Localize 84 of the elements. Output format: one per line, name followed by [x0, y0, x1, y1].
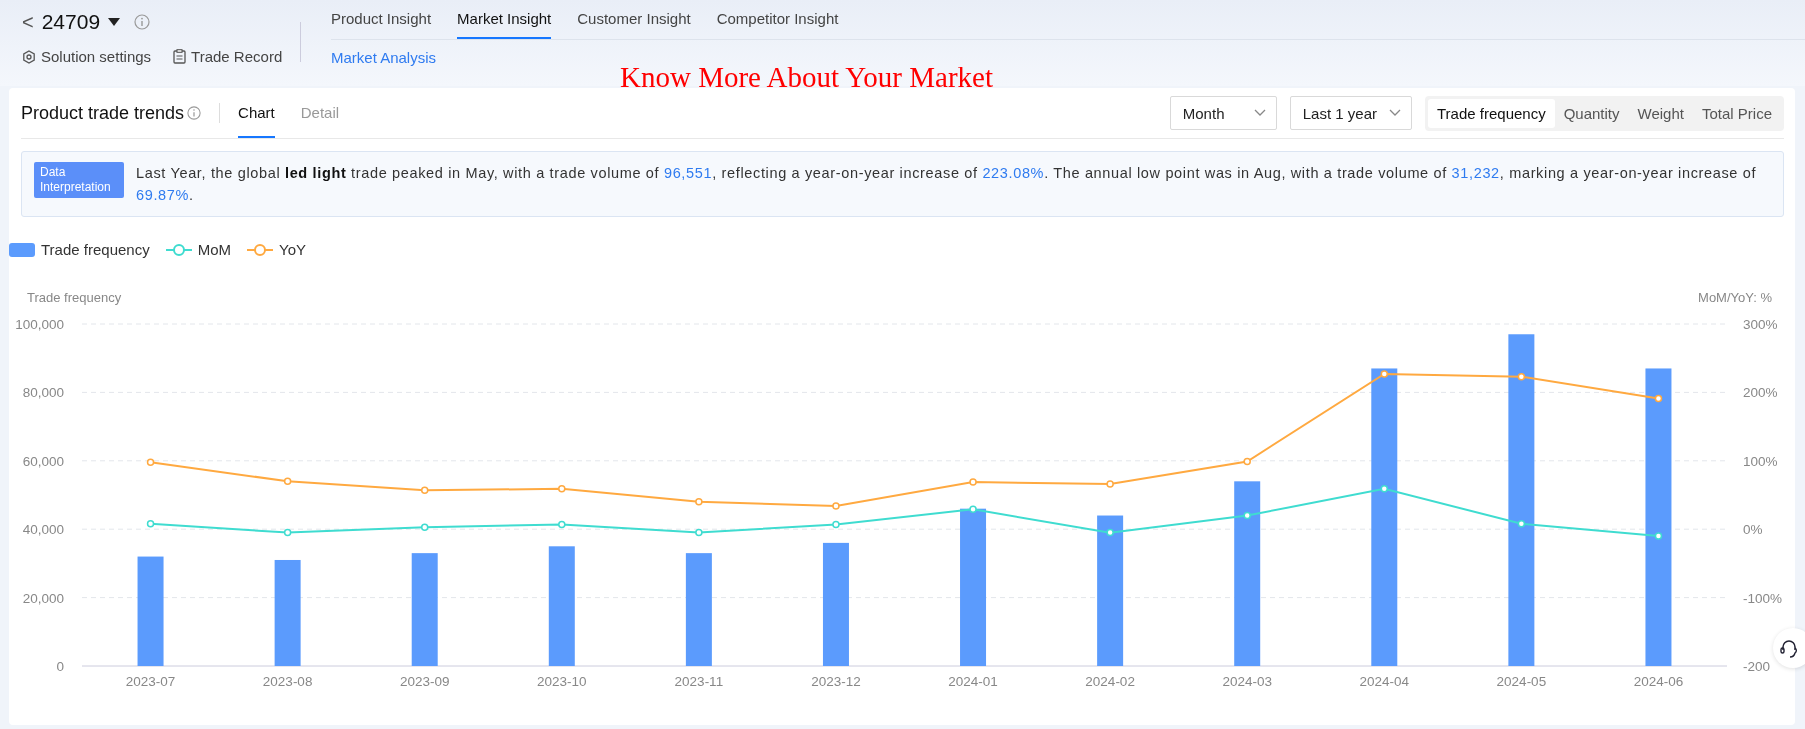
metric-option[interactable]: Trade frequency	[1428, 98, 1555, 128]
data-point	[832, 502, 840, 510]
solution-title: 24709	[41, 10, 101, 34]
caret-icon[interactable]	[108, 18, 121, 26]
back-button[interactable]: <	[22, 10, 34, 34]
tick-label: 20,000	[22, 590, 64, 606]
nav-tab[interactable]: Customer Insight	[577, 0, 691, 39]
tick-label: 2024-04	[1359, 674, 1410, 689]
tick-label: 100%	[1743, 453, 1778, 469]
legend-label: MoM	[197, 241, 231, 258]
tick-label: 0	[56, 659, 64, 674]
view-tab[interactable]: Chart	[238, 88, 275, 138]
tick-label: 100,000	[15, 317, 64, 332]
data-point	[969, 478, 977, 486]
tick-label: 0%	[1743, 522, 1763, 538]
tick-label: 2023-09	[399, 674, 450, 689]
headset-icon	[1778, 637, 1800, 659]
data-point	[1517, 520, 1526, 528]
tick-label: -200	[1743, 659, 1771, 674]
data-point	[146, 520, 155, 528]
tick-label: 2024-03	[1222, 674, 1272, 689]
data-point	[695, 528, 703, 537]
chevron-down-icon	[1253, 109, 1266, 117]
settings-icon	[22, 49, 36, 64]
data-point	[1517, 372, 1526, 381]
data-point	[969, 505, 977, 514]
legend-line-icon	[165, 243, 192, 256]
annotation-caption: Know More About Your Market	[620, 61, 993, 94]
tick-label: 2024-01	[948, 674, 998, 689]
tick-label: 2023-08	[262, 674, 313, 689]
data-point	[1654, 394, 1663, 403]
data-point	[283, 477, 292, 486]
data-point	[146, 458, 155, 466]
nav-tab[interactable]: Product Insight	[331, 0, 432, 39]
tick-label: 2023-07	[125, 674, 176, 689]
legend-label: Trade frequency	[41, 241, 150, 258]
metric-option[interactable]: Quantity	[1554, 98, 1629, 128]
tick-label: 2024-06	[1633, 674, 1684, 689]
data-point	[558, 485, 566, 493]
tick-label: 2024-02	[1085, 674, 1135, 689]
interpretation-text: Last Year, the global led light trade peaked in May, with a trade volume of 96,551, reflecting a year-on-year increase of 223.08%. The annual low point was in Aug, with a trade volume of 31,232, marking a year-on-year increase of 69.87%.	[136, 164, 1758, 205]
sub-tab[interactable]: Market Analysis	[331, 40, 437, 78]
tick-label: -100%	[1743, 590, 1783, 606]
data-point	[558, 520, 566, 529]
data-point	[420, 486, 429, 494]
clipboard-icon	[173, 49, 187, 64]
nav-tab[interactable]: Market Insight	[457, 0, 552, 39]
header-link[interactable]: Trade Record	[173, 48, 283, 65]
period-dropdown[interactable]: Last 1 year	[1289, 96, 1412, 130]
legend-bar-icon	[9, 242, 35, 257]
y2-axis-title: MoM/YoY: %	[1698, 290, 1772, 305]
data-point	[1106, 528, 1114, 537]
data-point	[1106, 480, 1114, 488]
metric-option[interactable]: Weight	[1628, 98, 1693, 128]
data-point	[1243, 457, 1251, 466]
data-point	[420, 523, 429, 531]
tick-label: 2024-05	[1496, 674, 1547, 689]
legend-line-icon	[247, 243, 273, 256]
info-icon	[134, 14, 151, 30]
tick-label: 200%	[1743, 385, 1778, 401]
period-dropdown[interactable]: Month	[1169, 96, 1277, 130]
tick-label: 80,000	[22, 385, 64, 401]
data-point	[695, 498, 703, 506]
panel-title: Product trade trends	[21, 102, 185, 124]
tick-label: 2023-10	[537, 674, 587, 689]
tick-label: 60,000	[22, 453, 64, 469]
tick-label: 40,000	[22, 522, 64, 538]
header-link[interactable]: Solution settings	[22, 48, 152, 65]
tick-label: 2023-12	[811, 674, 861, 689]
data-point	[832, 520, 840, 529]
legend-label: YoY	[279, 241, 306, 258]
interpretation-badge: Data Interpretation	[34, 162, 124, 198]
metric-option[interactable]: Total Price	[1692, 98, 1781, 128]
tick-label: 300%	[1743, 317, 1778, 332]
data-point	[1654, 532, 1663, 540]
nav-tab[interactable]: Competitor Insight	[716, 0, 839, 39]
tick-label: 2023-11	[674, 674, 724, 689]
data-point	[1243, 511, 1251, 520]
y-axis-title: Trade frequency	[27, 290, 122, 305]
data-point	[1380, 370, 1389, 378]
info-icon	[187, 106, 202, 120]
data-point	[1380, 485, 1389, 493]
data-point	[283, 528, 292, 537]
chevron-down-icon	[1389, 109, 1401, 117]
